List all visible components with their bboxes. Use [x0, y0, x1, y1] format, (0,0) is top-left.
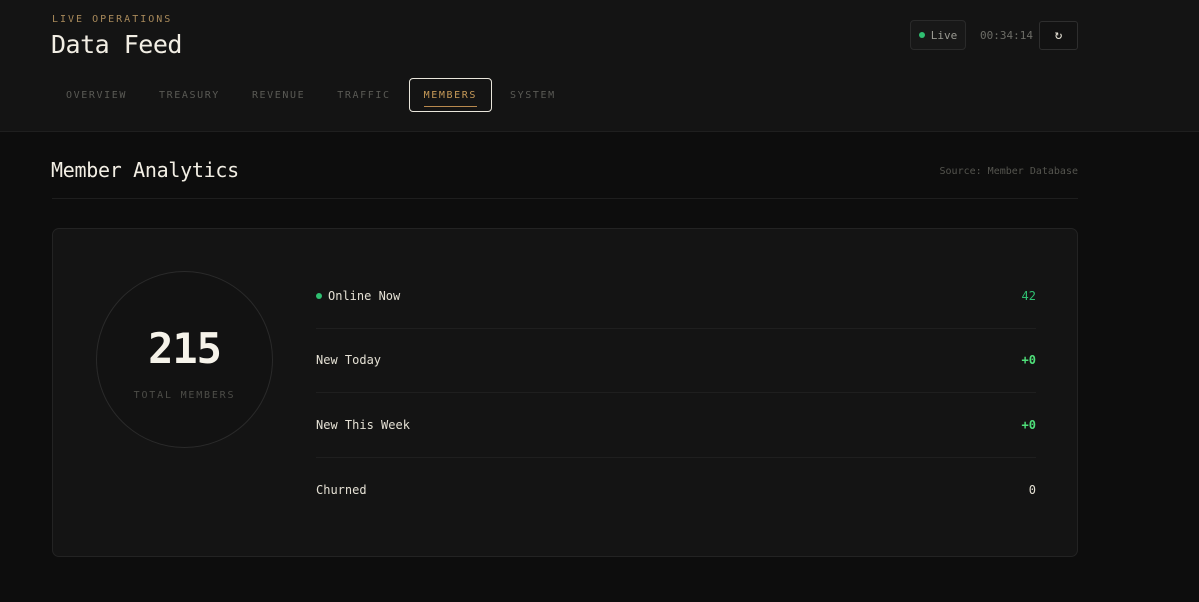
live-label: Live: [930, 28, 958, 42]
tab-overview[interactable]: OVERVIEW: [52, 78, 141, 112]
total-members-ring: 215 TOTAL MEMBERS: [96, 271, 273, 448]
stat-value: 42: [1021, 288, 1036, 303]
tab-members[interactable]: MEMBERS: [408, 78, 492, 112]
page-title: Data Feed: [51, 30, 182, 59]
tab-traffic[interactable]: TRAFFIC: [323, 78, 404, 112]
stat-row-online: Online Now 42: [316, 264, 1036, 329]
stat-row-churned: Churned 0: [316, 458, 1036, 523]
tab-system[interactable]: SYSTEM: [496, 78, 570, 112]
stat-value: +0: [1021, 417, 1036, 432]
top-header: LIVE OPERATIONS Data Feed Live 00:34:14 …: [0, 0, 1199, 132]
data-source-label: Source: Member Database: [939, 166, 1078, 177]
live-dot-icon: [918, 32, 925, 38]
tab-revenue[interactable]: REVENUE: [238, 78, 319, 112]
total-members-label: TOTAL MEMBERS: [133, 390, 236, 401]
tab-treasury[interactable]: TREASURY: [145, 78, 234, 112]
stat-label: New This Week: [316, 417, 410, 432]
stat-row-new-today: New Today +0: [316, 329, 1036, 393]
live-status-badge: Live: [910, 20, 966, 50]
clock-readout: 00:34:14: [980, 29, 1033, 42]
header-eyebrow: LIVE OPERATIONS: [52, 14, 173, 25]
stat-label: Churned: [316, 482, 367, 497]
stat-label: New Today: [316, 353, 382, 368]
tab-bar: OVERVIEW TREASURY REVENUE TRAFFIC MEMBER…: [52, 78, 574, 112]
stat-value: 0: [1028, 482, 1036, 497]
online-dot-icon: [316, 292, 322, 299]
stat-value: +0: [1021, 353, 1036, 368]
section-title: Member Analytics: [51, 158, 239, 182]
section-divider: [52, 198, 1078, 199]
member-analytics-card: 215 TOTAL MEMBERS Online Now 42 New Toda…: [52, 228, 1078, 557]
refresh-button[interactable]: ↻: [1039, 21, 1078, 50]
total-members-value: 215: [148, 324, 222, 373]
member-stats-list: Online Now 42 New Today +0 New This Week…: [316, 264, 1036, 522]
refresh-icon: ↻: [1054, 28, 1063, 43]
stat-label: Online Now: [328, 288, 401, 303]
stat-row-new-week: New This Week +0: [316, 393, 1036, 458]
